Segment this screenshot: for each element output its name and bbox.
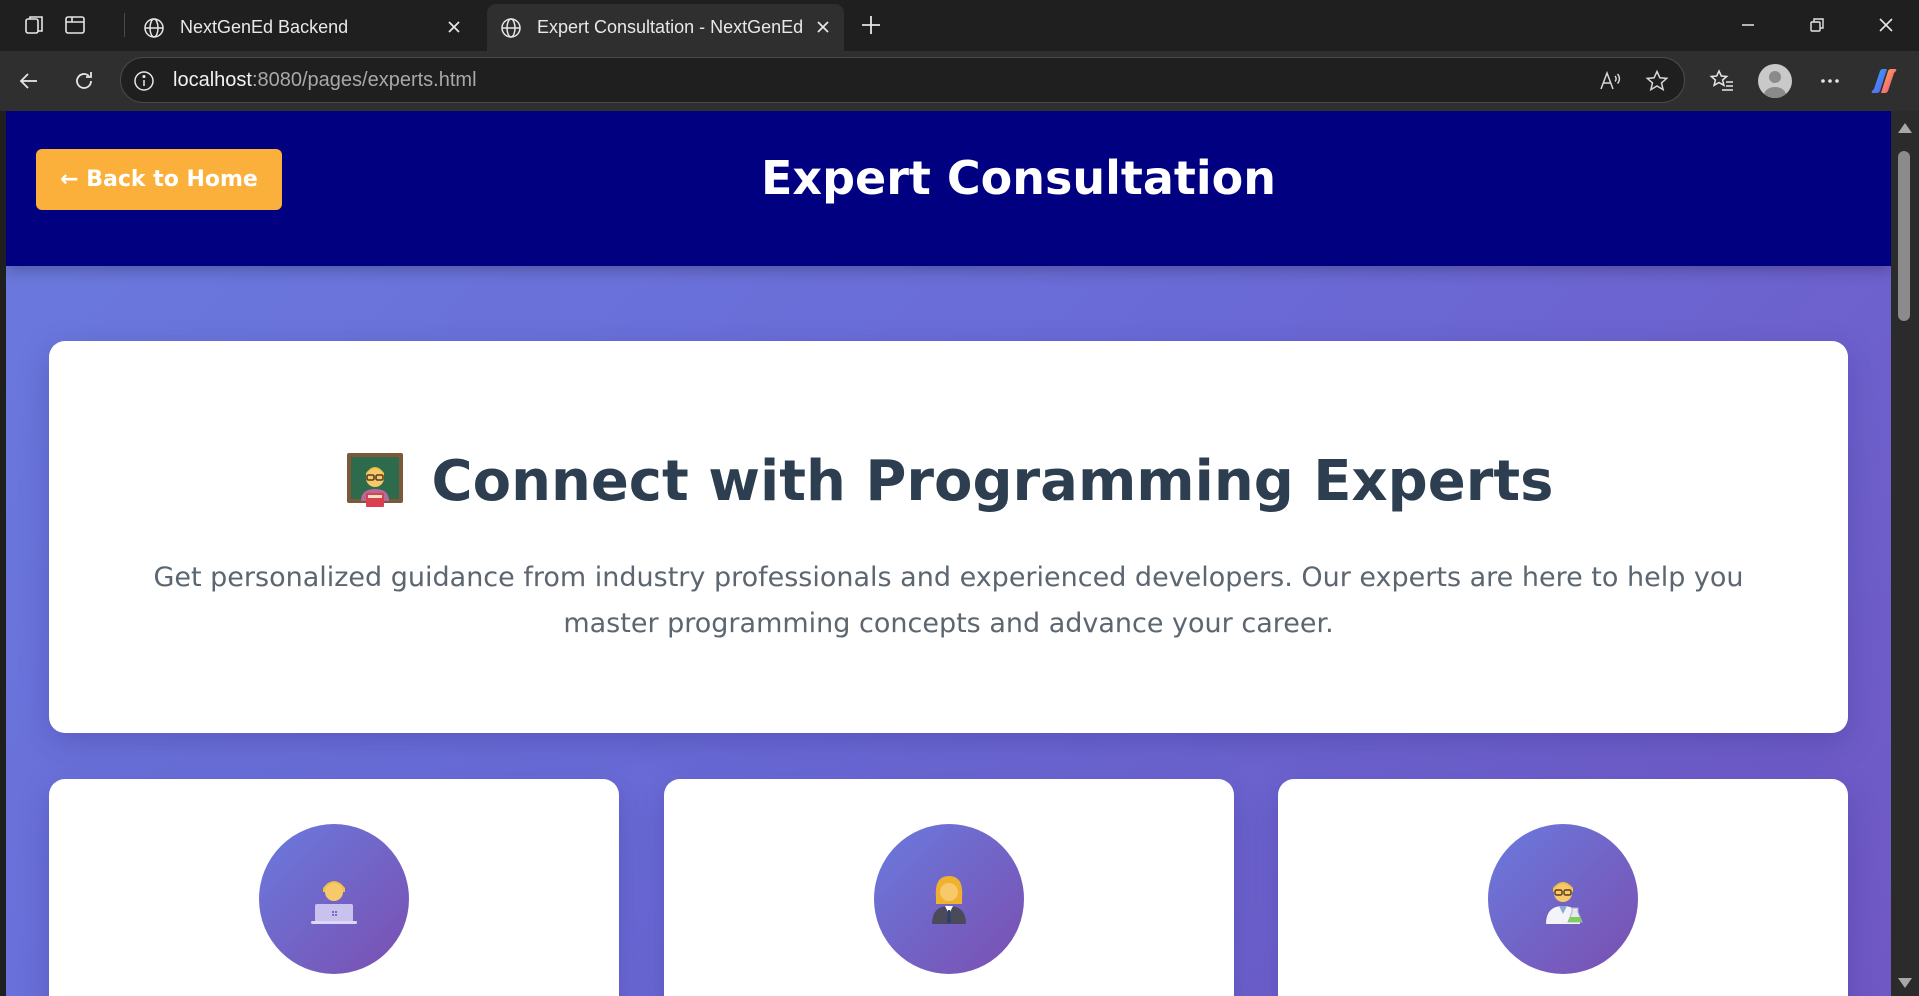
browser-titlebar: NextGenEd Backend Expert Consultation - …	[0, 0, 1919, 51]
intro-heading: Connect with Programming Experts	[49, 449, 1848, 514]
back-arrow-icon[interactable]	[12, 64, 46, 98]
more-options-icon[interactable]	[1812, 63, 1848, 99]
teacher-emoji-icon	[346, 452, 403, 507]
globe-icon	[499, 16, 523, 40]
intro-heading-text: Connect with Programming Experts	[431, 449, 1554, 514]
minimize-icon[interactable]	[1728, 8, 1768, 42]
tab-title: NextGenEd Backend	[180, 17, 349, 37]
intro-card: Connect with Programming Experts Get per…	[49, 341, 1848, 733]
close-icon[interactable]	[812, 16, 834, 38]
refresh-icon[interactable]	[67, 64, 101, 98]
tab-title: Expert Consultation - NextGenEd	[537, 17, 804, 37]
profile-avatar-icon[interactable]	[1758, 64, 1792, 98]
close-icon[interactable]	[443, 16, 465, 38]
business-woman-icon	[932, 876, 966, 924]
tab-separator	[124, 13, 125, 37]
vertical-scrollbar[interactable]	[1891, 111, 1919, 996]
restore-icon[interactable]	[1797, 8, 1837, 42]
site-header: ← Back to Home Expert Consultation	[6, 111, 1891, 266]
developer-with-laptop-icon	[311, 881, 357, 924]
url-host: localhost	[173, 69, 252, 91]
favorite-star-icon[interactable]	[1643, 67, 1671, 95]
scroll-up-arrow-icon[interactable]	[1898, 123, 1912, 133]
url-path: :8080/pages/experts.html	[251, 69, 477, 91]
read-aloud-icon[interactable]	[1596, 67, 1624, 95]
url-text: localhost:8080/pages/experts.html	[173, 69, 477, 92]
favorites-icon[interactable]	[1704, 63, 1740, 99]
tab-expert-consultation[interactable]: Expert Consultation - NextGenEd	[487, 4, 844, 51]
scientist-icon	[1546, 882, 1583, 924]
tab-actions-icon[interactable]	[60, 10, 90, 40]
expert-avatar	[874, 824, 1024, 974]
expert-card[interactable]	[664, 779, 1234, 996]
page-title: Expert Consultation	[760, 151, 1277, 205]
expert-card[interactable]	[1278, 779, 1848, 996]
new-tab-plus-icon[interactable]	[856, 10, 886, 40]
page-viewport: ← Back to Home Expert Consultation Conne…	[6, 111, 1891, 996]
scroll-down-arrow-icon[interactable]	[1898, 978, 1912, 988]
tab-nextgened-backend[interactable]: NextGenEd Backend	[130, 4, 475, 51]
copilot-icon[interactable]	[1866, 63, 1902, 99]
scrollbar-thumb[interactable]	[1898, 151, 1910, 321]
expert-avatar	[259, 824, 409, 974]
workspaces-icon[interactable]	[20, 10, 50, 40]
address-bar[interactable]: localhost:8080/pages/experts.html	[120, 57, 1685, 103]
browser-toolbar: localhost:8080/pages/experts.html	[0, 51, 1919, 111]
globe-icon	[142, 16, 166, 40]
site-info-icon[interactable]	[131, 68, 157, 94]
window-close-icon[interactable]	[1866, 8, 1906, 42]
expert-card[interactable]	[49, 779, 619, 996]
expert-avatar	[1488, 824, 1638, 974]
intro-description: Get personalized guidance from industry …	[153, 562, 1744, 639]
